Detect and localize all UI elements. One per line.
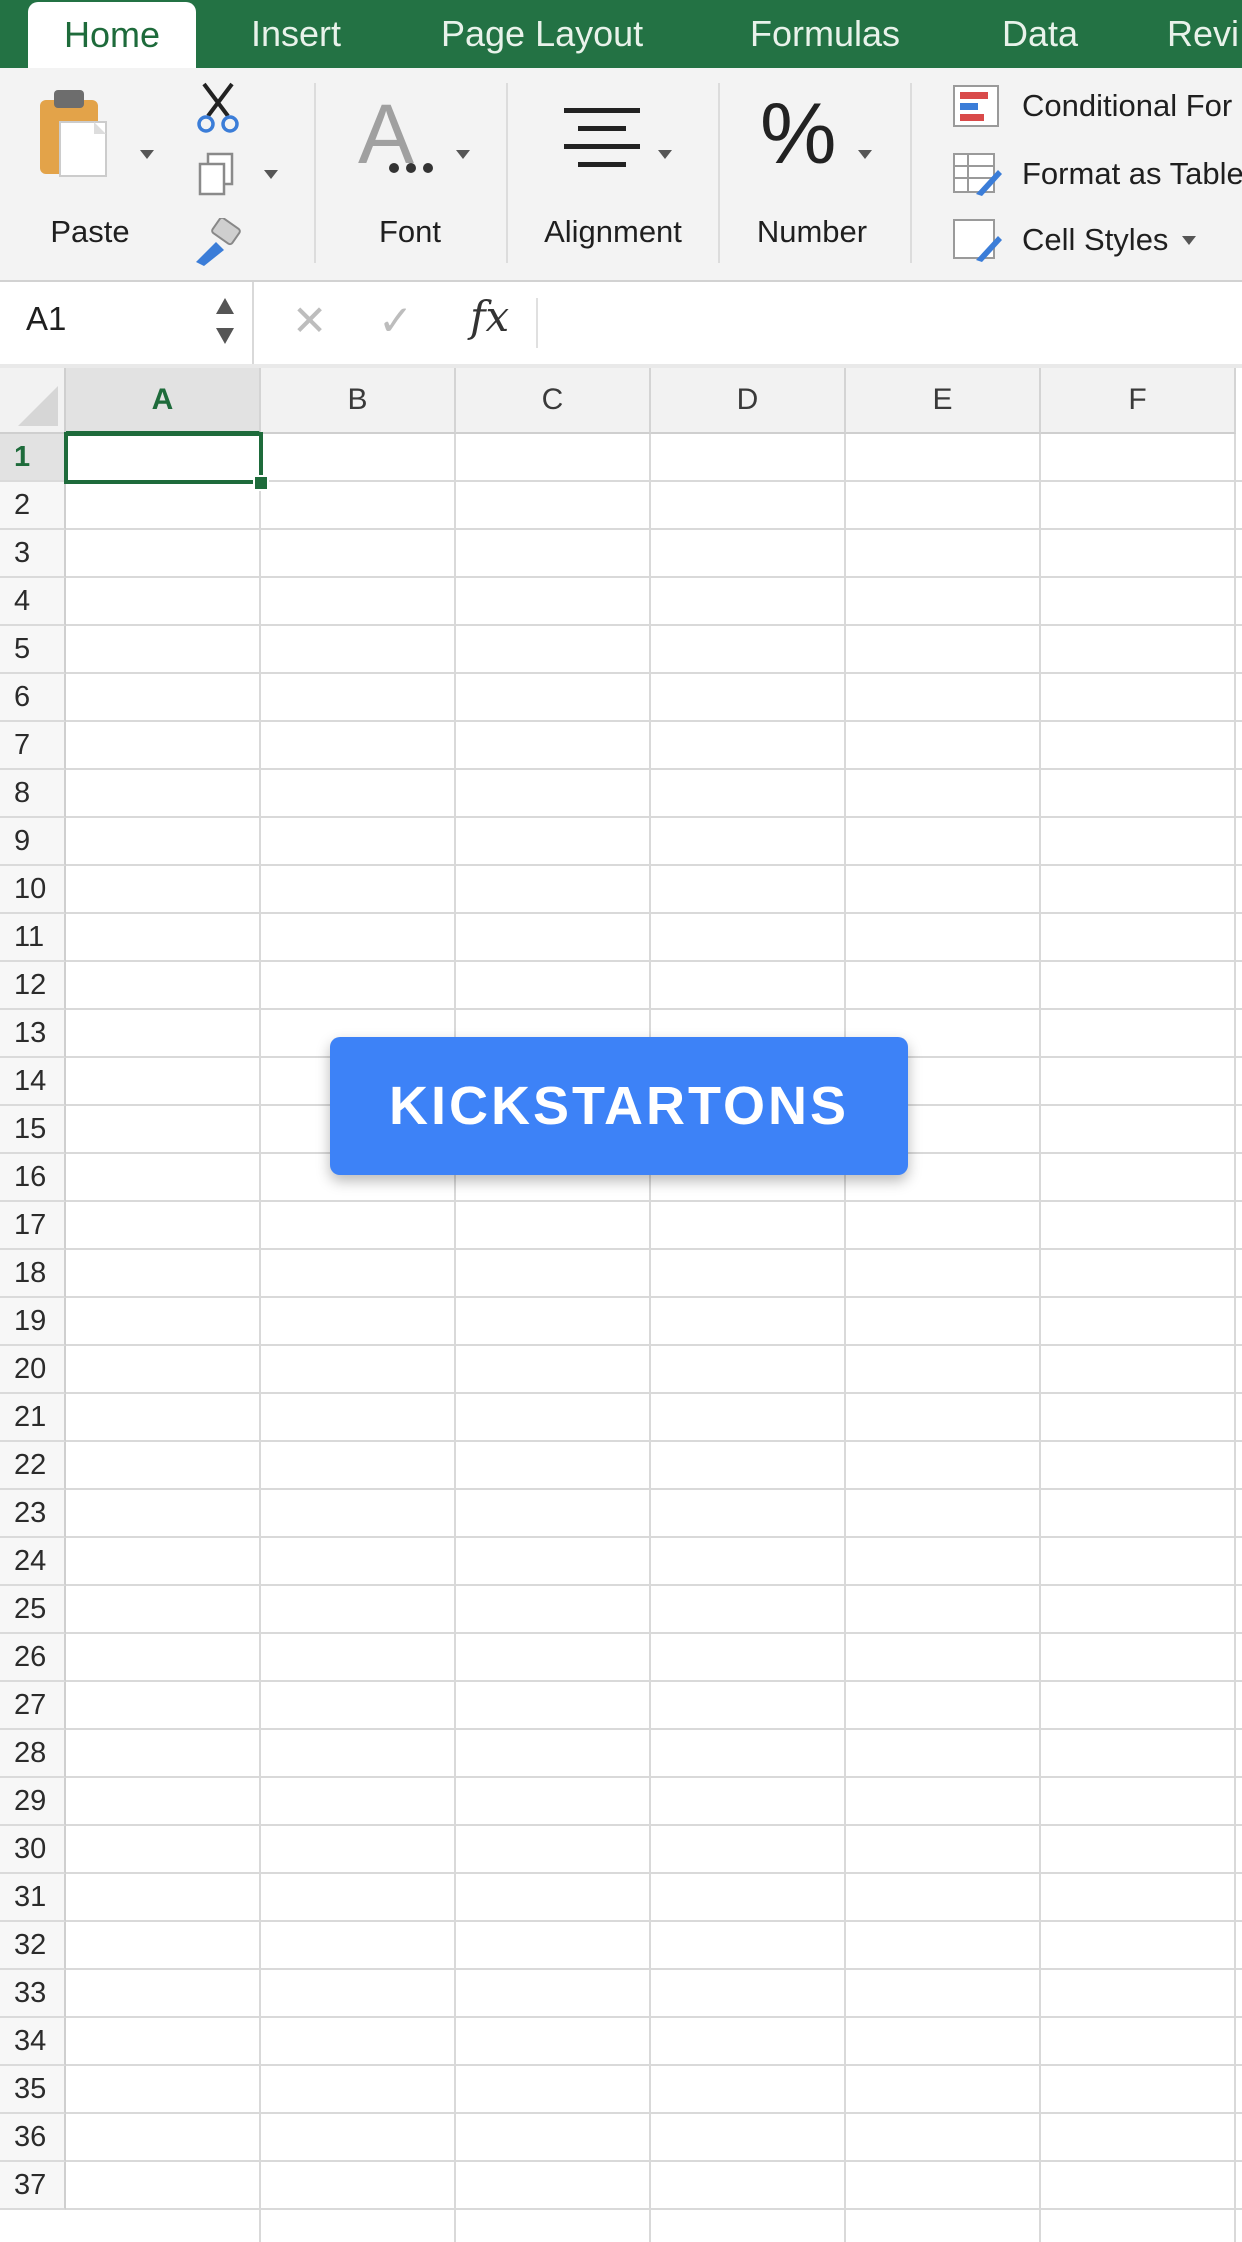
column-header-e[interactable]: E <box>846 368 1041 434</box>
row-header[interactable]: 9 <box>0 818 66 866</box>
row-header[interactable]: 7 <box>0 722 66 770</box>
ribbon-separator <box>718 83 720 263</box>
select-all-button[interactable] <box>0 368 66 434</box>
row-header[interactable]: 25 <box>0 1586 66 1634</box>
name-box-stepper-icon[interactable] <box>214 294 236 348</box>
cell-styles-icon <box>953 219 1002 262</box>
formula-bar: A1 ✕ ✓ fx <box>0 282 1242 366</box>
row-header[interactable]: 28 <box>0 1730 66 1778</box>
formula-input[interactable] <box>552 282 1232 362</box>
row-header[interactable]: 26 <box>0 1634 66 1682</box>
active-cell-a1[interactable] <box>64 432 263 484</box>
cell-styles-dropdown-icon[interactable] <box>1182 235 1197 245</box>
row-header[interactable]: 10 <box>0 866 66 914</box>
row-header[interactable]: 15 <box>0 1106 66 1154</box>
formula-bar-divider <box>536 298 538 348</box>
ellipsis-icon <box>389 163 433 173</box>
format-painter-icon[interactable] <box>192 218 244 270</box>
number-dropdown-icon[interactable] <box>858 150 872 159</box>
row-header[interactable]: 37 <box>0 2162 66 2210</box>
tab-formulas[interactable]: Formulas <box>750 0 900 68</box>
row-header[interactable]: 32 <box>0 1922 66 1970</box>
font-button[interactable]: A Font <box>340 86 480 256</box>
row-header[interactable]: 33 <box>0 1970 66 2018</box>
row-header[interactable]: 4 <box>0 578 66 626</box>
scissors-icon[interactable] <box>194 82 242 136</box>
tab-review[interactable]: Revi <box>1167 0 1239 68</box>
row-header[interactable]: 30 <box>0 1826 66 1874</box>
paste-dropdown-icon[interactable] <box>140 150 154 159</box>
copy-dropdown-icon[interactable] <box>264 170 278 179</box>
row-header[interactable]: 20 <box>0 1346 66 1394</box>
alignment-label: Alignment <box>544 214 682 249</box>
row-header[interactable]: 16 <box>0 1154 66 1202</box>
row-header[interactable]: 27 <box>0 1682 66 1730</box>
kickstartons-watermark-button[interactable]: KICKSTARTONS <box>330 1037 908 1175</box>
tab-home[interactable]: Home <box>28 2 197 68</box>
paste-label: Paste <box>50 214 130 249</box>
row-header[interactable]: 35 <box>0 2066 66 2114</box>
ribbon-tab-bar: Home Insert Page Layout Formulas Data Re… <box>0 0 1242 68</box>
ribbon-separator <box>314 83 316 263</box>
format-as-table-icon <box>953 153 1002 196</box>
row-header[interactable]: 23 <box>0 1490 66 1538</box>
cell-styles-button[interactable]: Cell Styles <box>952 212 1197 268</box>
font-label: Font <box>378 214 442 249</box>
conditional-formatting-button[interactable]: Conditional For <box>952 78 1232 134</box>
row-header[interactable]: 18 <box>0 1250 66 1298</box>
column-header-a[interactable]: A <box>66 368 261 434</box>
font-dropdown-icon[interactable] <box>456 150 470 159</box>
clipboard-icon <box>40 90 107 177</box>
conditional-formatting-icon <box>953 85 999 127</box>
row-header[interactable]: 19 <box>0 1298 66 1346</box>
ribbon-separator <box>910 83 912 263</box>
row-header[interactable]: 14 <box>0 1058 66 1106</box>
column-header-f[interactable]: F <box>1041 368 1236 434</box>
row-header[interactable]: 17 <box>0 1202 66 1250</box>
column-header-c[interactable]: C <box>456 368 651 434</box>
alignment-button[interactable]: Alignment <box>530 86 700 256</box>
row-header[interactable]: 29 <box>0 1778 66 1826</box>
tab-page-layout[interactable]: Page Layout <box>441 0 643 68</box>
number-label: Number <box>756 214 868 249</box>
row-header[interactable]: 34 <box>0 2018 66 2066</box>
fill-handle[interactable] <box>253 475 269 491</box>
row-header[interactable]: 5 <box>0 626 66 674</box>
name-box[interactable]: A1 <box>26 300 66 338</box>
cell-area[interactable] <box>66 434 1242 2242</box>
row-header[interactable]: 12 <box>0 962 66 1010</box>
paste-button[interactable]: Paste <box>30 86 170 256</box>
row-header[interactable]: 22 <box>0 1442 66 1490</box>
row-header[interactable]: 24 <box>0 1538 66 1586</box>
row-header[interactable]: 1 <box>0 434 66 482</box>
formula-bar-separator <box>252 282 254 364</box>
insert-function-icon[interactable]: fx <box>470 292 509 341</box>
column-header-b[interactable]: B <box>261 368 456 434</box>
row-header[interactable]: 3 <box>0 530 66 578</box>
row-header[interactable]: 21 <box>0 1394 66 1442</box>
alignment-dropdown-icon[interactable] <box>658 150 672 159</box>
number-button[interactable]: % Number <box>742 86 892 256</box>
format-as-table-button[interactable]: Format as Table <box>952 146 1242 202</box>
column-header-d[interactable]: D <box>651 368 846 434</box>
row-header[interactable]: 36 <box>0 2114 66 2162</box>
row-header[interactable]: 8 <box>0 770 66 818</box>
row-header[interactable]: 6 <box>0 674 66 722</box>
ribbon-home: Paste A Font Alignment % Number Conditio… <box>0 68 1242 282</box>
format-as-table-label: Format as Table <box>1022 156 1242 191</box>
align-center-icon <box>564 108 640 167</box>
cell-styles-label: Cell Styles <box>1022 222 1169 257</box>
copy-icon[interactable] <box>196 152 240 200</box>
cancel-icon[interactable]: ✕ <box>292 296 327 345</box>
tab-data[interactable]: Data <box>1002 0 1078 68</box>
percent-icon: % <box>760 86 837 182</box>
conditional-formatting-label: Conditional For <box>1022 88 1233 123</box>
row-header[interactable]: 11 <box>0 914 66 962</box>
row-header[interactable]: 2 <box>0 482 66 530</box>
ribbon-separator <box>506 83 508 263</box>
row-header[interactable]: 13 <box>0 1010 66 1058</box>
row-header[interactable]: 31 <box>0 1874 66 1922</box>
tab-insert[interactable]: Insert <box>251 0 341 68</box>
enter-icon[interactable]: ✓ <box>378 296 413 345</box>
